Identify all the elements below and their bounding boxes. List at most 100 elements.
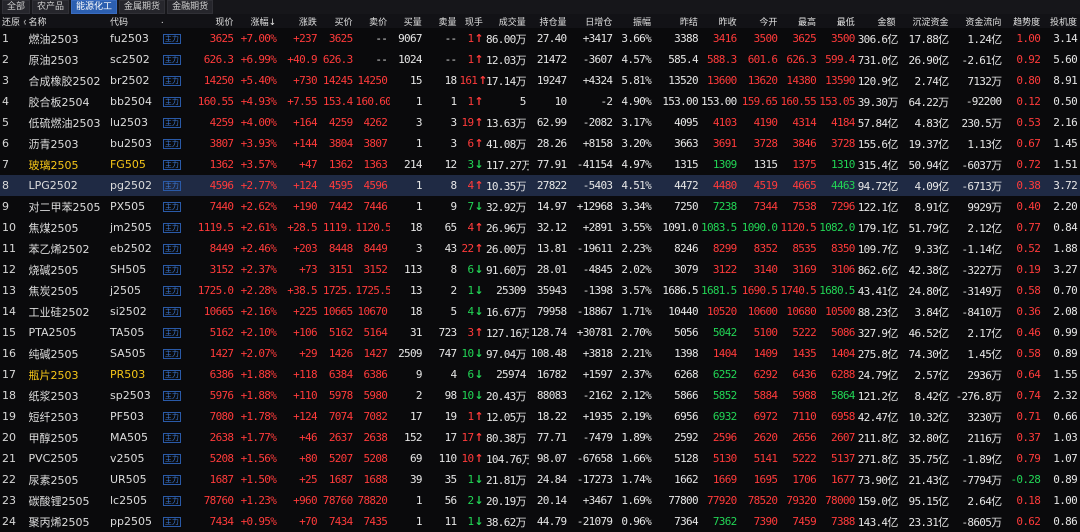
- table-row[interactable]: 15 PTA2505 TA505 主力 5162 +2.10% +106 5162 5164 31…: [0, 322, 1080, 343]
- contract-name[interactable]: 纯碱2505: [26, 343, 108, 364]
- table-row[interactable]: 17 瓶片2503 PR503 主力 6386 +1.88% +118 6384 6386 9 4 6…: [0, 364, 1080, 385]
- column-header-2[interactable]: .: [158, 14, 194, 28]
- column-header-13[interactable]: 日增仓: [569, 14, 616, 28]
- contract-code[interactable]: MA505: [108, 427, 159, 448]
- table-row[interactable]: 10 焦煤2505 jm2505 主力 1119.5 +2.61% +28.5 1119. 11…: [0, 217, 1080, 238]
- table-row[interactable]: 19 短纤2503 PF503 主力 7080 +1.78% +124 7074 7082 17 1…: [0, 406, 1080, 427]
- contract-code[interactable]: jm2505: [108, 217, 159, 238]
- contract-name[interactable]: 焦煤2505: [26, 217, 108, 238]
- contract-name[interactable]: 瓶片2503: [26, 364, 108, 385]
- contract-name[interactable]: 甲醇2505: [26, 427, 108, 448]
- column-header-3[interactable]: 现价: [193, 14, 237, 28]
- contract-code[interactable]: eb2502: [108, 238, 159, 259]
- contract-name[interactable]: 烧碱2505: [26, 259, 108, 280]
- contract-code[interactable]: pg2502: [107, 175, 159, 196]
- contract-code[interactable]: si2502: [108, 301, 159, 322]
- table-row[interactable]: 13 焦炭2505 j2505 主力 1725.0 +2.28% +38.5 1725. 172…: [0, 280, 1080, 301]
- table-row[interactable]: 23 碳酸锂2505 lc2505 主力 78760 +1.23% +960 78760 788…: [0, 490, 1080, 511]
- contract-name[interactable]: 碳酸锂2505: [26, 490, 108, 511]
- contract-name[interactable]: 合成橡胶2502: [26, 70, 108, 91]
- tab-0[interactable]: 全部: [2, 0, 31, 14]
- table-row[interactable]: 24 聚丙烯2505 pp2505 主力 7434 +0.95% +70 7434 7435 1 1…: [0, 511, 1080, 532]
- contract-code[interactable]: pp2505: [108, 511, 159, 532]
- contract-code[interactable]: fu2503: [108, 28, 159, 49]
- column-header-0[interactable]: 名称: [26, 14, 108, 28]
- contract-code[interactable]: sp2503: [108, 385, 159, 406]
- column-header-11[interactable]: 成交量: [485, 14, 529, 28]
- column-header-20[interactable]: 金额: [857, 14, 899, 28]
- table-row[interactable]: 8 LPG2502 pg2502 主力 4596 +2.77% +124 4595 4596 1 8…: [0, 175, 1080, 196]
- column-header-23[interactable]: 趋势度: [1004, 14, 1044, 28]
- column-header-24[interactable]: 投机度: [1043, 14, 1080, 28]
- column-header-14[interactable]: 振幅: [615, 14, 655, 28]
- tab-4[interactable]: 金融期货: [167, 0, 214, 14]
- contract-name[interactable]: PTA2505: [26, 322, 108, 343]
- column-header-10[interactable]: 现手: [459, 14, 486, 28]
- table-row[interactable]: 2 原油2503 sc2502 主力 626.3 +6.99% +40.9 626.3 -- 10…: [0, 49, 1080, 70]
- table-row[interactable]: 16 纯碱2505 SA505 主力 1427 +2.07% +29 1426 1427 2509…: [0, 343, 1080, 364]
- column-header-5[interactable]: 涨跌: [279, 14, 320, 28]
- contract-name[interactable]: 焦炭2505: [26, 280, 108, 301]
- column-header-18[interactable]: 最高: [780, 14, 820, 28]
- table-row[interactable]: 7 玻璃2505 FG505 主力 1362 +3.57% +47 1362 1363 214 12…: [0, 154, 1080, 175]
- table-row[interactable]: 20 甲醇2505 MA505 主力 2638 +1.77% +46 2637 2638 152 1…: [0, 427, 1080, 448]
- contract-name[interactable]: 纸浆2503: [26, 385, 108, 406]
- tab-1[interactable]: 农产品: [32, 0, 70, 14]
- table-row[interactable]: 3 合成橡胶2502 br2502 主力 14250 +5.40% +730 14245 142…: [0, 70, 1080, 91]
- contract-name[interactable]: PVC2505: [26, 448, 108, 469]
- contract-name[interactable]: 原油2503: [26, 49, 108, 70]
- contract-name[interactable]: 对二甲苯2505: [26, 196, 108, 217]
- contract-code[interactable]: lc2505: [108, 490, 159, 511]
- contract-name[interactable]: 玻璃2505: [26, 154, 108, 175]
- table-row[interactable]: 22 尿素2505 UR505 主力 1687 +1.50% +25 1687 1688 39 35…: [0, 469, 1080, 490]
- contract-name[interactable]: 短纤2503: [26, 406, 108, 427]
- column-header-15[interactable]: 昨结: [654, 14, 701, 28]
- contract-code[interactable]: SH505: [108, 259, 159, 280]
- table-row[interactable]: 9 对二甲苯2505 PX505 主力 7440 +2.62% +190 7442 7446 1 9…: [0, 196, 1080, 217]
- table-row[interactable]: 14 工业硅2502 si2502 主力 10665 +2.16% +225 10665 106…: [0, 301, 1080, 322]
- restore-label[interactable]: 还原: [2, 18, 20, 28]
- contract-name[interactable]: 尿素2505: [26, 469, 108, 490]
- header-corner[interactable]: 还原⚙: [0, 14, 27, 28]
- contract-name[interactable]: 胶合板2504: [26, 91, 108, 112]
- table-row[interactable]: 12 烧碱2505 SH505 主力 3152 +2.37% +73 3151 3152 113 8…: [0, 259, 1080, 280]
- contract-code[interactable]: v2505: [108, 448, 159, 469]
- column-header-6[interactable]: 买价: [319, 14, 356, 28]
- settings-gear-icon[interactable]: ⚙: [23, 18, 26, 27]
- table-row[interactable]: 4 胶合板2504 bb2504 主力 160.55 +4.93% +7.55 153.4 16…: [0, 91, 1080, 112]
- contract-code[interactable]: UR505: [108, 469, 159, 490]
- column-header-12[interactable]: 持仓量: [528, 14, 570, 28]
- contract-name[interactable]: 低硫燃油2503: [26, 112, 108, 133]
- contract-name[interactable]: LPG2502: [26, 175, 108, 196]
- tab-2[interactable]: 能源化工: [71, 0, 118, 14]
- column-header-21[interactable]: 沉淀资金: [898, 14, 952, 28]
- contract-name[interactable]: 工业硅2502: [26, 301, 108, 322]
- table-row[interactable]: 6 沥青2503 bu2503 主力 3807 +3.93% +144 3804 3807 1 3 6…: [0, 133, 1080, 154]
- contract-code[interactable]: PX505: [108, 196, 159, 217]
- contract-code[interactable]: sc2502: [108, 49, 159, 70]
- column-header-4[interactable]: 涨幅↓: [236, 14, 280, 28]
- column-header-19[interactable]: 最低: [819, 14, 858, 28]
- contract-code[interactable]: bu2503: [108, 133, 159, 154]
- table-row[interactable]: 18 纸浆2503 sp2503 主力 5976 +1.88% +110 5978 5980 2 9…: [0, 385, 1080, 406]
- contract-code[interactable]: bb2504: [108, 91, 159, 112]
- contract-name[interactable]: 沥青2503: [26, 133, 108, 154]
- contract-code[interactable]: TA505: [108, 322, 159, 343]
- column-header-22[interactable]: 资金流向: [951, 14, 1005, 28]
- column-header-1[interactable]: 代码: [107, 14, 159, 28]
- column-header-8[interactable]: 买量: [390, 14, 425, 28]
- table-row[interactable]: 1 燃油2503 fu2503 主力 3625 +7.00% +237 3625 -- 9067-…: [0, 28, 1080, 49]
- table-row[interactable]: 5 低硫燃油2503 lu2503 主力 4259 +4.00% +164 4259 4262 3…: [0, 112, 1080, 133]
- contract-name[interactable]: 燃油2503: [26, 28, 108, 49]
- table-row[interactable]: 11 苯乙烯2502 eb2502 主力 8449 +2.46% +203 8448 8449 3…: [0, 238, 1080, 259]
- contract-code[interactable]: FG505: [108, 154, 159, 175]
- contract-code[interactable]: PR503: [108, 364, 159, 385]
- table-row[interactable]: 21 PVC2505 v2505 主力 5208 +1.56% +80 5207 5208 69 1…: [0, 448, 1080, 469]
- column-header-9[interactable]: 卖量: [424, 14, 460, 28]
- contract-code[interactable]: SA505: [108, 343, 159, 364]
- column-header-7[interactable]: 卖价: [355, 14, 391, 28]
- column-header-17[interactable]: 今开: [739, 14, 781, 28]
- contract-code[interactable]: j2505: [108, 280, 159, 301]
- tab-3[interactable]: 金属期货: [119, 0, 166, 14]
- contract-name[interactable]: 苯乙烯2502: [26, 238, 108, 259]
